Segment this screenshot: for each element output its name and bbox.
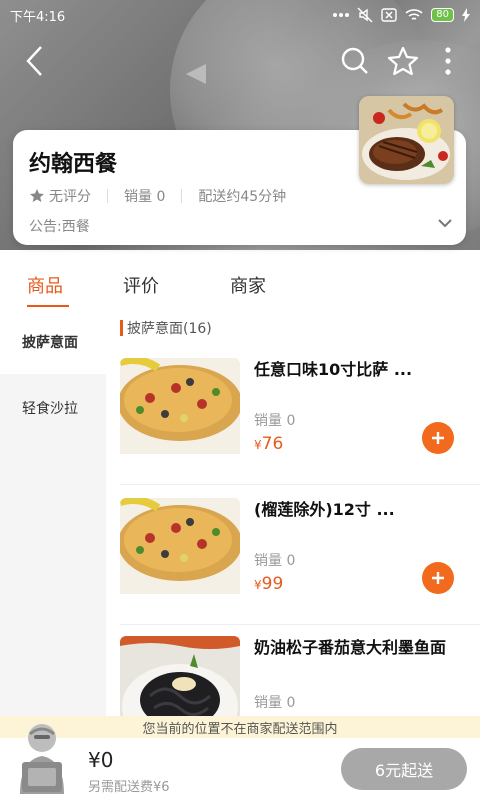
product-title: (榴莲除外)12寸 ...	[254, 500, 395, 519]
search-icon	[341, 47, 368, 74]
product-item[interactable]: 任意口味10寸比萨 ... 销量 0 ¥76	[120, 358, 470, 488]
plus-icon	[432, 432, 444, 444]
product-list: 披萨意面(16) 任意口味10寸比萨 ... 销量 0 ¥76 (榴莲除外)12…	[106, 310, 480, 720]
favorite-button[interactable]	[387, 45, 419, 77]
rating-text: 无评分	[49, 189, 91, 205]
divider	[120, 624, 480, 625]
sidebar-item-pizza-pasta[interactable]: 披萨意面	[0, 310, 106, 374]
product-image	[120, 498, 240, 610]
shop-rating: 无评分	[29, 186, 91, 206]
product-item[interactable]: 奶油松子番茄意大利墨鱼面 销量 0	[120, 636, 470, 720]
active-tab-indicator	[27, 305, 69, 307]
product-item[interactable]: (榴莲除外)12寸 ... 销量 0 ¥99	[120, 498, 470, 628]
cart-icon[interactable]	[10, 716, 74, 796]
delivery-fee: 另需配送费¥6	[88, 780, 170, 795]
add-to-cart-button[interactable]	[422, 422, 454, 454]
category-marker	[120, 320, 123, 336]
divider	[181, 189, 183, 203]
wifi-icon	[405, 8, 423, 22]
shop-stats: 无评分 销量 0 配送约45分钟	[29, 186, 286, 206]
chevron-down-icon[interactable]	[436, 214, 454, 232]
product-image	[120, 358, 240, 470]
add-to-cart-button[interactable]	[422, 562, 454, 594]
divider	[107, 189, 108, 203]
charging-icon	[462, 8, 470, 22]
category-sidebar: 披萨意面 轻食沙拉	[0, 310, 106, 720]
category-header: 披萨意面(16)	[120, 318, 212, 338]
product-title: 任意口味10寸比萨 ...	[254, 360, 413, 379]
price-value: 99	[261, 574, 284, 594]
currency-symbol: ¥	[254, 578, 262, 592]
product-image	[120, 636, 240, 720]
battery-indicator: 80	[431, 8, 454, 22]
shop-logo-image	[359, 96, 454, 184]
star-icon	[387, 46, 419, 76]
product-price: ¥76	[254, 434, 283, 454]
tab-products[interactable]: 商品	[27, 272, 63, 298]
shop-notice: 公告:西餐	[29, 219, 90, 235]
rating-star-icon	[30, 189, 44, 202]
product-sales: 销量 0	[254, 695, 296, 711]
top-navigation	[0, 36, 480, 86]
divider	[120, 484, 480, 485]
sim-off-icon	[381, 8, 397, 22]
dots-icon	[333, 12, 350, 18]
tab-bar: 商品 评价 商家	[0, 260, 480, 310]
back-arrow-icon	[26, 46, 42, 76]
status-time: 下午4:16	[10, 9, 66, 25]
back-button[interactable]	[20, 44, 50, 78]
product-sales: 销量 0	[254, 553, 296, 569]
more-button[interactable]	[438, 46, 458, 76]
status-bar: 下午4:16 80	[0, 0, 480, 30]
product-sales: 销量 0	[254, 413, 296, 429]
cart-total: ¥0	[88, 748, 114, 772]
cart-bar: ¥0 另需配送费¥6 6元起送	[0, 724, 480, 800]
delivery-time: 配送约45分钟	[198, 189, 287, 205]
tab-merchant[interactable]: 商家	[230, 272, 266, 298]
price-value: 76	[261, 434, 284, 454]
more-vertical-icon	[445, 47, 451, 75]
currency-symbol: ¥	[254, 438, 262, 452]
plus-icon	[432, 572, 444, 584]
search-button[interactable]	[340, 46, 370, 76]
product-price: ¥99	[254, 574, 283, 594]
mute-icon	[357, 7, 373, 23]
category-title: 披萨意面(16)	[127, 321, 212, 337]
shop-name: 约翰西餐	[29, 152, 118, 177]
checkout-button[interactable]: 6元起送	[341, 748, 467, 790]
shop-sales: 销量 0	[124, 189, 166, 205]
product-title: 奶油松子番茄意大利墨鱼面	[254, 638, 447, 657]
tab-reviews[interactable]: 评价	[123, 272, 159, 298]
sidebar-item-light-salad[interactable]: 轻食沙拉	[0, 376, 106, 440]
